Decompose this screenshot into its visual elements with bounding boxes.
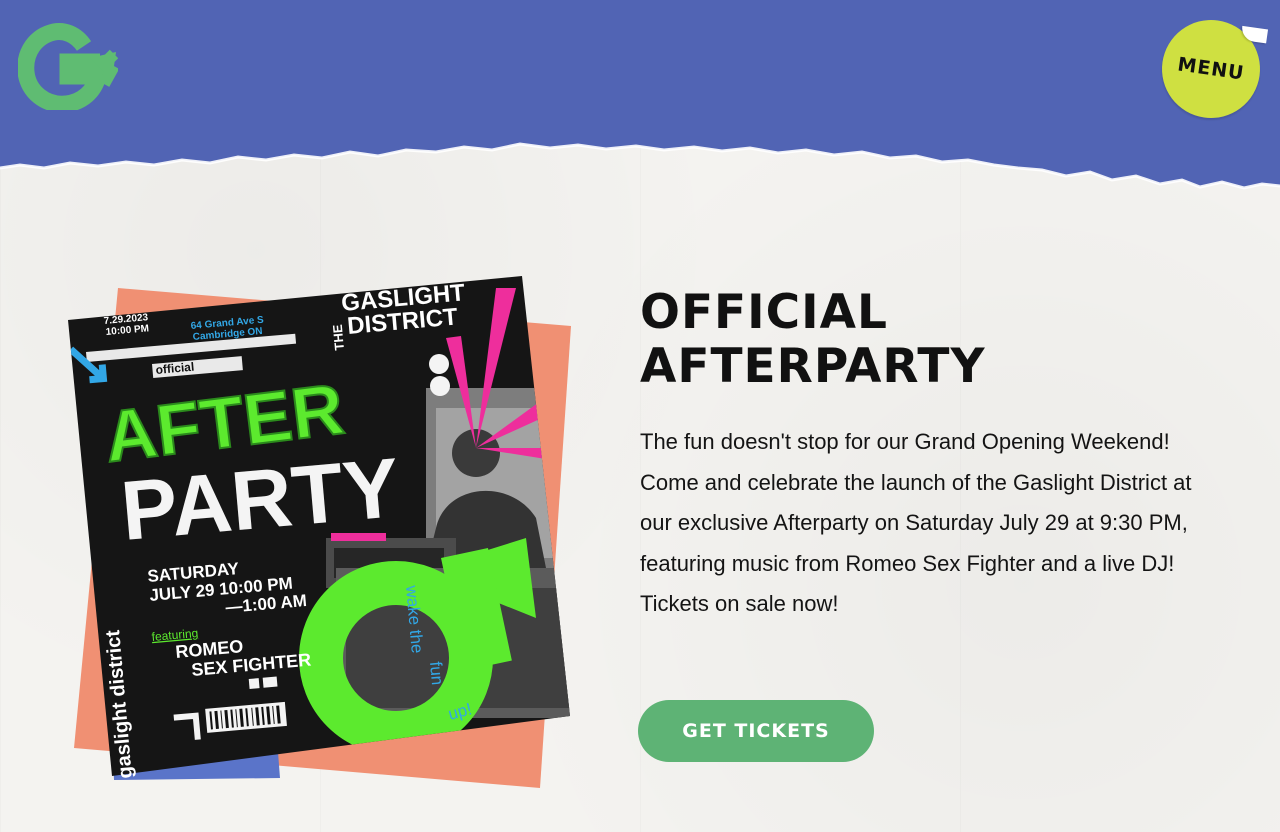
title-line-1: OFFICIAL xyxy=(640,285,888,340)
afterparty-poster: 7.29.2023 10:00 PM 64 Grand Ave S Cambri… xyxy=(66,268,576,788)
page-title: OFFICIAL AFTERPARTY xyxy=(640,286,986,394)
gaslight-logo-icon xyxy=(17,23,120,113)
menu-label: MENU xyxy=(1176,53,1246,85)
poster-tagline-2: fun xyxy=(426,661,447,686)
poster-brand-the: THE xyxy=(330,324,347,352)
gaslight-logo[interactable] xyxy=(17,20,120,113)
header-torn-banner xyxy=(0,0,1280,190)
event-description: The fun doesn't stop for our Grand Openi… xyxy=(640,429,1192,617)
get-tickets-button[interactable]: GET TICKETS xyxy=(638,700,874,762)
poster-artwork: 7.29.2023 10:00 PM 64 Grand Ave S Cambri… xyxy=(68,276,571,788)
title-line-2: AFTERPARTY xyxy=(640,339,986,394)
sticker-curl xyxy=(1240,25,1269,44)
